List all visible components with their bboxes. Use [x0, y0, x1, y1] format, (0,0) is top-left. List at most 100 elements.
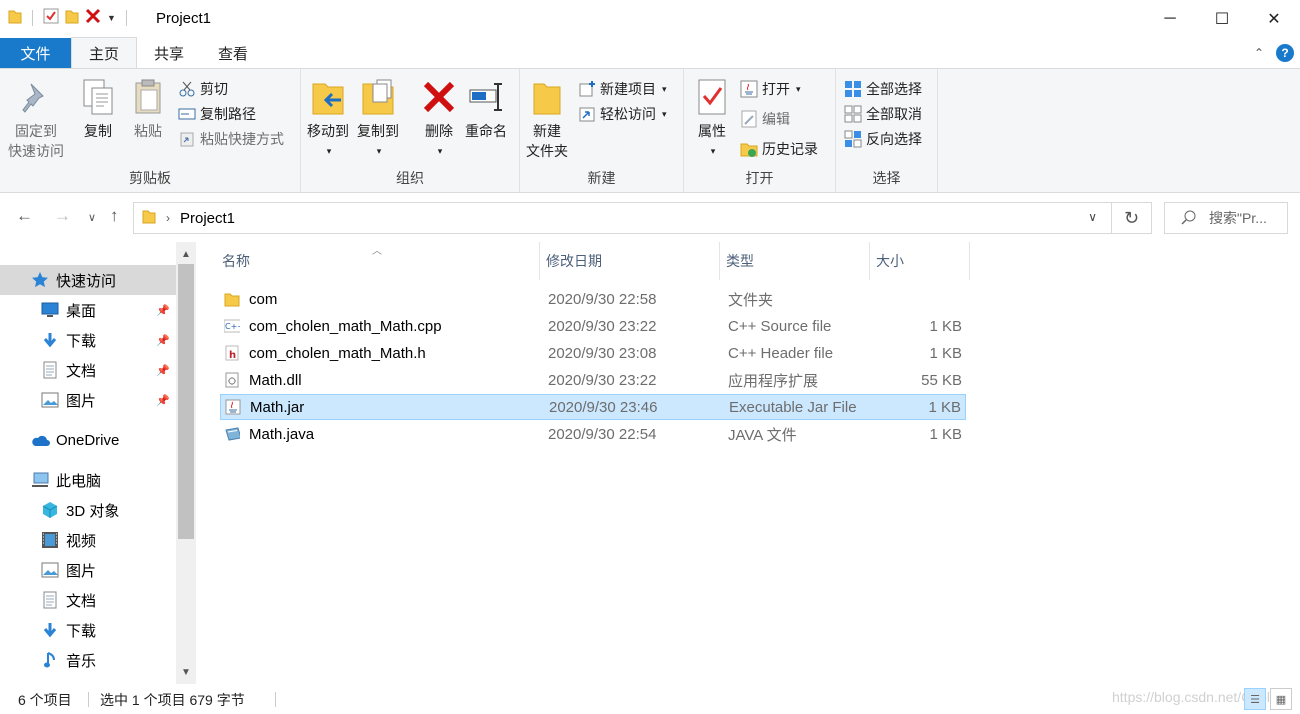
scroll-up-icon[interactable]: ▲	[176, 244, 196, 264]
picture-icon	[40, 390, 60, 410]
invert-selection-button[interactable]: 反向选择	[844, 127, 922, 151]
pin-icon[interactable]: 📌	[156, 364, 170, 377]
tab-file[interactable]: 文件	[0, 38, 71, 68]
pin-to-quick-access-button[interactable]: 固定到 快速访问	[8, 77, 64, 161]
address-bar[interactable]: › Project1 ∨	[133, 202, 1112, 234]
close-button[interactable]: ✕	[1248, 0, 1300, 38]
sidebar-item-downloads[interactable]: 下载 📌	[0, 325, 176, 355]
address-dropdown-chevron-icon[interactable]: ∨	[1088, 210, 1097, 224]
paste-shortcut-button[interactable]: 粘贴快捷方式	[178, 127, 284, 151]
file-row-jar[interactable]: Math.jar 2020/9/30 23:46 Executable Jar …	[220, 394, 966, 420]
sidebar-scrollbar[interactable]: ▲ ▼	[176, 242, 196, 684]
search-box[interactable]: 搜索"Pr...	[1164, 202, 1288, 234]
sidebar-item-videos[interactable]: 视频	[0, 525, 176, 555]
select-all-button[interactable]: 全部选择	[844, 77, 922, 101]
sidebar-item-pictures-pc[interactable]: 图片	[0, 555, 176, 585]
file-date: 2020/9/30 23:46	[549, 398, 658, 416]
new-folder-button[interactable]: 新建 文件夹	[526, 77, 568, 161]
edit-label: 编辑	[762, 111, 790, 127]
invert-selection-label: 反向选择	[866, 131, 922, 147]
pin-icon[interactable]: 📌	[156, 304, 170, 317]
header-file-icon: h	[224, 344, 240, 362]
file-row-header[interactable]: h com_cholen_math_Math.h 2020/9/30 23:08…	[220, 340, 966, 366]
pin-icon[interactable]: 📌	[156, 334, 170, 347]
new-item-button[interactable]: 新建项目 ▾	[578, 77, 667, 101]
history-icon	[740, 140, 758, 158]
file-name: com_cholen_math_Math.cpp	[249, 317, 442, 335]
file-row-dll[interactable]: Math.dll 2020/9/30 23:22 应用程序扩展 55 KB	[220, 367, 966, 393]
rename-button[interactable]: 重命名	[465, 77, 507, 141]
sidebar-item-music[interactable]: 音乐	[0, 645, 176, 675]
scrollbar-thumb[interactable]	[178, 264, 194, 539]
document-icon	[40, 590, 60, 610]
up-arrow-icon[interactable]: ↑	[110, 206, 119, 226]
column-header-type[interactable]: 类型	[720, 242, 870, 280]
sidebar-item-pictures[interactable]: 图片 📌	[0, 385, 176, 415]
delete-icon[interactable]	[85, 8, 101, 28]
pin-icon[interactable]: 📌	[156, 394, 170, 407]
toolbar-divider	[125, 10, 127, 26]
move-to-button[interactable]: 移动到 ▾	[307, 77, 349, 161]
folder-icon	[224, 290, 240, 308]
computer-icon	[30, 470, 50, 490]
breadcrumb-project1[interactable]: Project1	[180, 210, 235, 227]
properties-icon[interactable]	[43, 8, 59, 28]
collapse-ribbon-icon[interactable]: ⌃	[1254, 46, 1264, 60]
sidebar-item-label: 下载	[66, 622, 97, 640]
file-row-com[interactable]: com 2020/9/30 22:58 文件夹	[220, 286, 966, 312]
file-name: Math.java	[249, 425, 315, 443]
minimize-button[interactable]: ─	[1144, 0, 1196, 38]
scroll-down-icon[interactable]: ▼	[176, 662, 196, 682]
paste-icon	[130, 77, 166, 117]
paste-label: 粘贴	[134, 123, 162, 139]
tab-view[interactable]: 查看	[201, 38, 265, 68]
help-icon[interactable]: ?	[1276, 44, 1294, 62]
tab-share[interactable]: 共享	[137, 38, 201, 68]
back-arrow-icon[interactable]: ←	[16, 206, 33, 226]
column-header-size[interactable]: 大小	[870, 242, 970, 280]
file-date: 2020/9/30 23:22	[548, 371, 657, 389]
dropdown-caret-icon: ▾	[662, 83, 667, 94]
details-view-icon[interactable]: ☰	[1244, 688, 1266, 710]
sidebar-item-label: 快速访问	[56, 272, 117, 290]
file-size: 55 KB	[921, 371, 962, 389]
ribbon-tabs: 文件 主页 共享 查看 ⌃ ?	[0, 37, 1300, 68]
sidebar-item-quick-access[interactable]: 快速访问	[0, 265, 176, 295]
refresh-button[interactable]: ↻	[1112, 202, 1152, 234]
cut-button[interactable]: 剪切	[178, 77, 228, 101]
sidebar-item-desktop[interactable]: 桌面 📌	[0, 295, 176, 325]
file-size: 1 KB	[928, 398, 961, 416]
breadcrumb-chevron-icon[interactable]: ›	[166, 211, 170, 225]
easy-access-button[interactable]: 轻松访问 ▾	[578, 102, 667, 126]
file-row-java[interactable]: Math.java 2020/9/30 22:54 JAVA 文件 1 KB	[220, 421, 966, 447]
download-icon	[40, 620, 60, 640]
edit-button[interactable]: 编辑	[740, 107, 790, 131]
select-none-button[interactable]: 全部取消	[844, 102, 922, 126]
open-button[interactable]: 打开 ▾	[740, 77, 801, 101]
column-header-date[interactable]: 修改日期	[540, 242, 720, 280]
sidebar-item-documents[interactable]: 文档 📌	[0, 355, 176, 385]
large-icons-view-icon[interactable]: ▦	[1270, 688, 1292, 710]
copy-path-button[interactable]: 复制路径	[178, 102, 256, 126]
history-button[interactable]: 历史记录	[740, 137, 818, 161]
sidebar-item-this-pc[interactable]: 此电脑	[0, 465, 176, 495]
new-group-label: 新建	[587, 170, 616, 186]
forward-arrow-icon[interactable]: →	[54, 206, 71, 226]
dropdown-caret-icon: ▾	[796, 83, 801, 94]
customize-toolbar-chevron-icon[interactable]: ▼	[107, 13, 116, 23]
properties-button[interactable]: 属性 ▾	[694, 77, 730, 161]
tab-home[interactable]: 主页	[71, 37, 138, 68]
sidebar-item-onedrive[interactable]: OneDrive	[0, 425, 176, 455]
recent-locations-chevron-icon[interactable]: ∨	[88, 211, 96, 224]
paste-button[interactable]: 粘贴	[130, 77, 166, 141]
new-folder-icon[interactable]	[65, 8, 79, 28]
file-size: 1 KB	[929, 425, 962, 443]
sidebar-item-downloads-pc[interactable]: 下载	[0, 615, 176, 645]
maximize-button[interactable]: ☐	[1196, 0, 1248, 38]
copy-button[interactable]: 复制	[80, 77, 116, 141]
sidebar-item-documents-pc[interactable]: 文档	[0, 585, 176, 615]
sidebar-item-3d-objects[interactable]: 3D 对象	[0, 495, 176, 525]
copy-to-button[interactable]: 复制到 ▾	[357, 77, 399, 161]
delete-button[interactable]: 删除 ▾	[421, 77, 457, 161]
file-row-cpp[interactable]: C++ com_cholen_math_Math.cpp 2020/9/30 2…	[220, 313, 966, 339]
